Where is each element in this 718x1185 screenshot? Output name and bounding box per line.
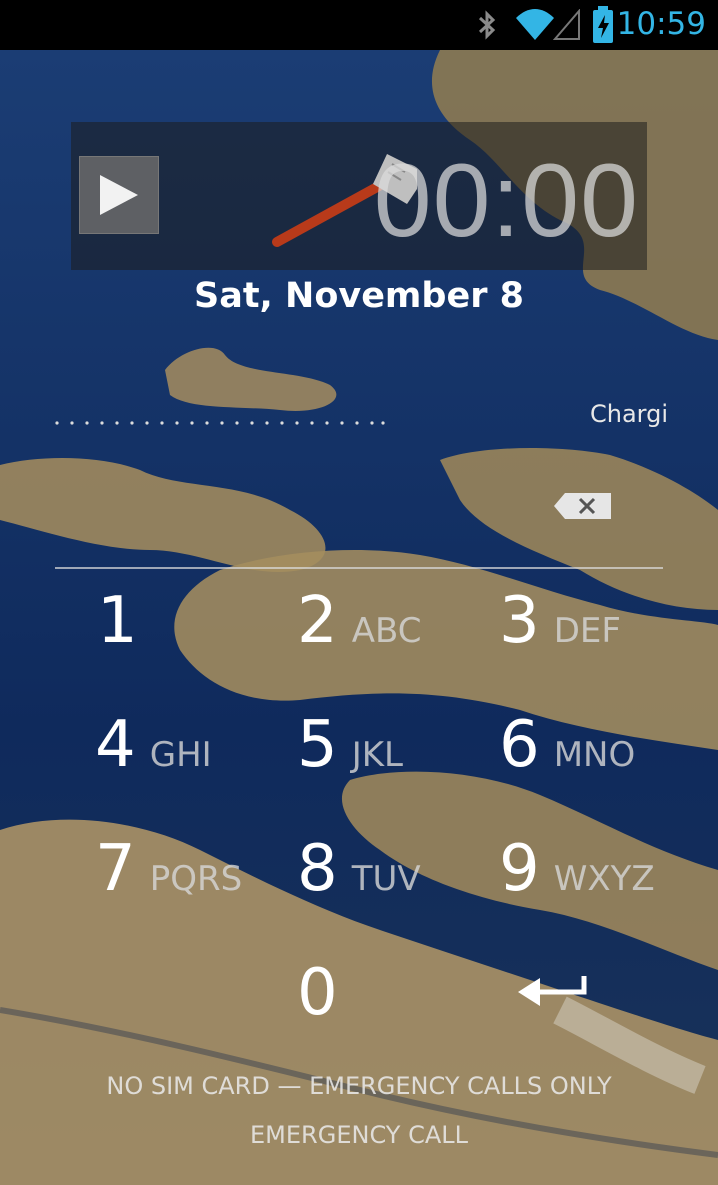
key-number: 6 (499, 708, 540, 782)
key-letters: WXYZ (553, 859, 655, 899)
key-number: 8 (297, 832, 338, 906)
signal-icon (553, 9, 580, 40)
key-number: 5 (297, 708, 338, 782)
key-number: 0 (297, 956, 338, 1030)
key-2[interactable]: 2 ABC (297, 584, 421, 658)
key-number: 2 (297, 584, 338, 658)
key-8[interactable]: 8 TUV (297, 832, 421, 906)
carrier-status-text: NO SIM CARD — EMERGENCY CALLS ONLY (106, 1072, 612, 1100)
key-7[interactable]: 7 PQRS (95, 832, 242, 906)
key-letters: JKL (351, 735, 403, 775)
keypad-divider (55, 567, 663, 569)
emergency-call-button[interactable]: EMERGENCY CALL (0, 1121, 718, 1149)
key-number: 3 (499, 584, 540, 658)
key-letters: MNO (553, 735, 636, 775)
enter-icon[interactable] (514, 970, 590, 1012)
key-6[interactable]: 6 MNO (499, 708, 635, 782)
timer-widget[interactable]: 00:00 (71, 122, 647, 270)
pin-entry-dots[interactable] (55, 413, 395, 433)
play-icon (100, 175, 138, 215)
timer-display: 00:00 (373, 143, 639, 259)
battery-charging-icon (593, 6, 613, 43)
key-letters: GHI (149, 735, 212, 775)
key-0[interactable]: 0 (297, 956, 352, 1030)
bluetooth-icon (478, 10, 496, 40)
key-3[interactable]: 3 DEF (499, 584, 621, 658)
key-letters: DEF (553, 611, 621, 651)
wifi-icon (516, 9, 554, 40)
key-number: 1 (97, 584, 138, 658)
key-9[interactable]: 9 WXYZ (499, 832, 655, 906)
key-letters: ABC (351, 611, 422, 651)
key-number: 4 (95, 708, 136, 782)
key-1[interactable]: 1 (97, 584, 152, 658)
backspace-icon[interactable] (553, 491, 613, 521)
key-number: 9 (499, 832, 540, 906)
status-time: 10:59 (616, 6, 706, 42)
key-number: 7 (95, 832, 136, 906)
key-5[interactable]: 5 JKL (297, 708, 403, 782)
charging-status: Chargi (590, 400, 666, 428)
key-letters: TUV (351, 859, 421, 899)
play-button[interactable] (79, 156, 159, 234)
key-letters: PQRS (149, 859, 243, 899)
status-bar: 10:59 (0, 0, 718, 50)
lockscreen-date: Sat, November 8 (194, 276, 524, 316)
key-4[interactable]: 4 GHI (95, 708, 212, 782)
